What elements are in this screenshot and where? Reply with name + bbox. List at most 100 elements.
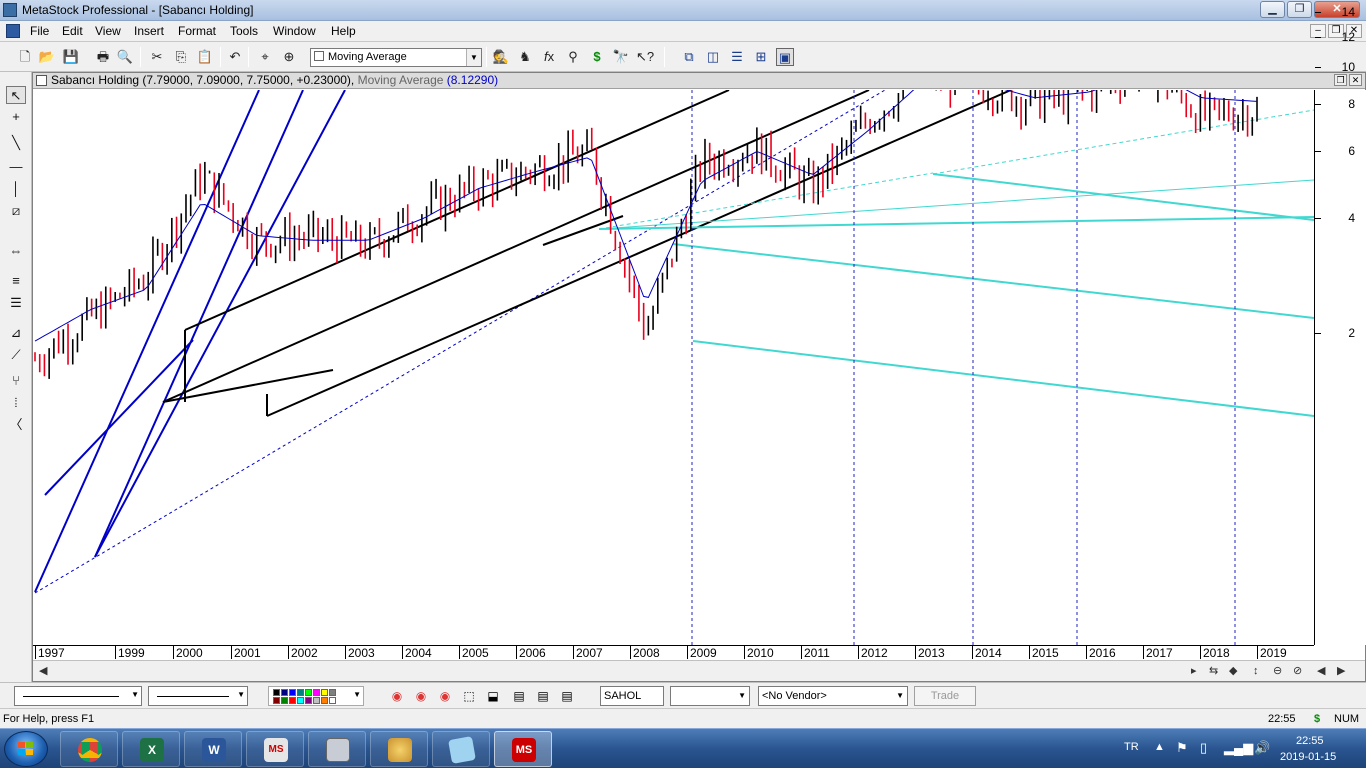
- restore-button[interactable]: ❐: [1287, 1, 1312, 18]
- taskbar-metastock-net[interactable]: MS: [246, 731, 304, 767]
- crosshair-tool-icon[interactable]: +: [6, 108, 26, 126]
- cut-icon[interactable]: ✂: [148, 48, 166, 66]
- print-icon[interactable]: 🖶: [94, 48, 112, 66]
- chrome-style-icon-3[interactable]: ◉: [436, 687, 454, 705]
- menu-tools[interactable]: Tools: [230, 24, 258, 38]
- new-icon[interactable]: 🗋: [16, 48, 34, 66]
- zoom-in-icon[interactable]: ⇆: [1209, 664, 1218, 678]
- menu-format[interactable]: Format: [178, 24, 216, 38]
- tile-vertical-icon[interactable]: ◫: [704, 48, 722, 66]
- menu-insert[interactable]: Insert: [134, 24, 164, 38]
- tile-grid-icon[interactable]: ⊞: [752, 48, 770, 66]
- trade-button[interactable]: Trade: [914, 686, 976, 706]
- save-icon[interactable]: 💾: [62, 48, 80, 66]
- scroll-right-arrow-icon[interactable]: ▸: [1191, 664, 1197, 678]
- taskbar-chrome[interactable]: [60, 731, 118, 767]
- vertical-line-icon[interactable]: │: [6, 180, 26, 198]
- print-preview-icon[interactable]: 🔍: [116, 48, 134, 66]
- formula-icon[interactable]: fx: [540, 48, 558, 66]
- taskbar-paint[interactable]: [370, 731, 428, 767]
- exchange-select[interactable]: ▼: [670, 686, 750, 706]
- clock-date[interactable]: 2019-01-15: [1280, 751, 1336, 763]
- layout-icon[interactable]: ▣: [776, 48, 794, 66]
- mdi-minimize-button[interactable]: –: [1310, 24, 1326, 38]
- menu-file[interactable]: File: [30, 24, 49, 38]
- scale-icon[interactable]: ↕: [1253, 664, 1259, 678]
- price-chart[interactable]: [33, 90, 1314, 645]
- vendor-select[interactable]: <No Vendor> ▼: [758, 686, 908, 706]
- date-axis[interactable]: 1997 1999 2000 2001 2002 2003 2004 2005 2006 2007…: [33, 645, 1314, 659]
- signal-icon[interactable]: ▂▄▆: [1224, 740, 1253, 756]
- chart-window-icon[interactable]: ▤: [510, 687, 528, 705]
- scroll-first-icon[interactable]: ◀: [1317, 664, 1325, 678]
- taskbar-metastock[interactable]: MS: [494, 731, 552, 767]
- cycle-lines-icon[interactable]: ⦙: [6, 394, 26, 412]
- channel-icon[interactable]: ⧄: [6, 202, 26, 220]
- flag-icon[interactable]: ⚑: [1176, 740, 1188, 756]
- network-icon[interactable]: ▯: [1200, 740, 1207, 756]
- dollar-icon[interactable]: $: [588, 48, 606, 66]
- chart-restore-button[interactable]: ❐: [1334, 74, 1347, 86]
- scroll-left-arrow-icon[interactable]: ◀: [39, 664, 47, 678]
- pitchfork-line: [692, 340, 1314, 417]
- zoom-out-icon[interactable]: ⊖: [1273, 664, 1282, 678]
- expert-icon[interactable]: 🕵: [492, 48, 510, 66]
- taskbar-excel[interactable]: X: [122, 731, 180, 767]
- zoom-fit-icon[interactable]: ⊘: [1293, 664, 1302, 678]
- chart-window-icon-2[interactable]: ▤: [534, 687, 552, 705]
- chart-window-icon-3[interactable]: ▤: [558, 687, 576, 705]
- paste-icon[interactable]: 📋: [196, 48, 214, 66]
- open-icon[interactable]: 📂: [38, 48, 56, 66]
- menu-edit[interactable]: Edit: [62, 24, 83, 38]
- fibonacci-fan-icon[interactable]: ☰: [6, 294, 26, 312]
- arc-icon[interactable]: 〈: [6, 416, 26, 434]
- gann-fan-icon[interactable]: ⟋: [6, 346, 26, 364]
- document-icon[interactable]: [6, 24, 20, 38]
- start-button[interactable]: [4, 731, 48, 767]
- line-style-select[interactable]: ▼: [14, 686, 142, 706]
- copy-icon[interactable]: ⎘: [172, 48, 190, 66]
- channel-line: [184, 90, 730, 331]
- taskbar-calculator[interactable]: [308, 731, 366, 767]
- minimize-button[interactable]: ▁: [1260, 1, 1285, 18]
- pan-icon[interactable]: ⇔: [6, 242, 26, 260]
- menu-view[interactable]: View: [95, 24, 121, 38]
- price-axis[interactable]: 2622181412108642: [1314, 6, 1366, 645]
- tray-expand-icon[interactable]: ▲: [1154, 741, 1165, 753]
- horizontal-line-icon[interactable]: —: [6, 158, 26, 176]
- color-palette-select[interactable]: ▼: [268, 686, 364, 706]
- x-tick: [173, 646, 174, 659]
- chrome-style-icon-2[interactable]: ◉: [412, 687, 430, 705]
- tile-horizontal-icon[interactable]: ☰: [728, 48, 746, 66]
- test-icon[interactable]: ⚲: [564, 48, 582, 66]
- expert-advisor-icon[interactable]: ♞: [516, 48, 534, 66]
- undo-icon[interactable]: ↶: [226, 48, 244, 66]
- speed-lines-icon[interactable]: ⊿: [6, 324, 26, 342]
- chart-close-button[interactable]: ✕: [1349, 74, 1362, 86]
- volume-icon[interactable]: 🔊: [1254, 740, 1270, 756]
- symbol-field[interactable]: SAHOL: [600, 686, 664, 706]
- taskbar-notes[interactable]: [432, 731, 490, 767]
- vendor-value: <No Vendor>: [762, 690, 827, 702]
- menu-window[interactable]: Window: [273, 24, 316, 38]
- line-weight-select[interactable]: ▼: [148, 686, 248, 706]
- scroll-last-icon[interactable]: ▶: [1337, 664, 1345, 678]
- language-indicator[interactable]: TR: [1124, 741, 1139, 753]
- properties-icon[interactable]: ⬚: [460, 687, 478, 705]
- cascade-icon[interactable]: ⧉: [680, 48, 698, 66]
- menu-help[interactable]: Help: [331, 24, 356, 38]
- page-left-icon[interactable]: ◆: [1229, 664, 1237, 678]
- zoom-icon[interactable]: ⊕: [280, 48, 298, 66]
- pointer-icon[interactable]: ↖: [6, 86, 26, 104]
- help-pointer-icon[interactable]: ↖?: [636, 48, 654, 66]
- trendline-icon[interactable]: ╲: [6, 134, 26, 152]
- fibonacci-icon[interactable]: ≡: [6, 272, 26, 290]
- chrome-style-icon[interactable]: ◉: [388, 687, 406, 705]
- crosshair-icon[interactable]: ⌖: [256, 48, 274, 66]
- indicator-select[interactable]: Moving Average ▼: [310, 48, 482, 67]
- andrews-pitchfork-icon[interactable]: ⑂: [6, 372, 26, 390]
- new-chart-icon[interactable]: ⬓: [484, 687, 502, 705]
- taskbar-word[interactable]: W: [184, 731, 242, 767]
- explorer-icon[interactable]: 🔭: [612, 48, 630, 66]
- clock-time[interactable]: 22:55: [1296, 735, 1324, 747]
